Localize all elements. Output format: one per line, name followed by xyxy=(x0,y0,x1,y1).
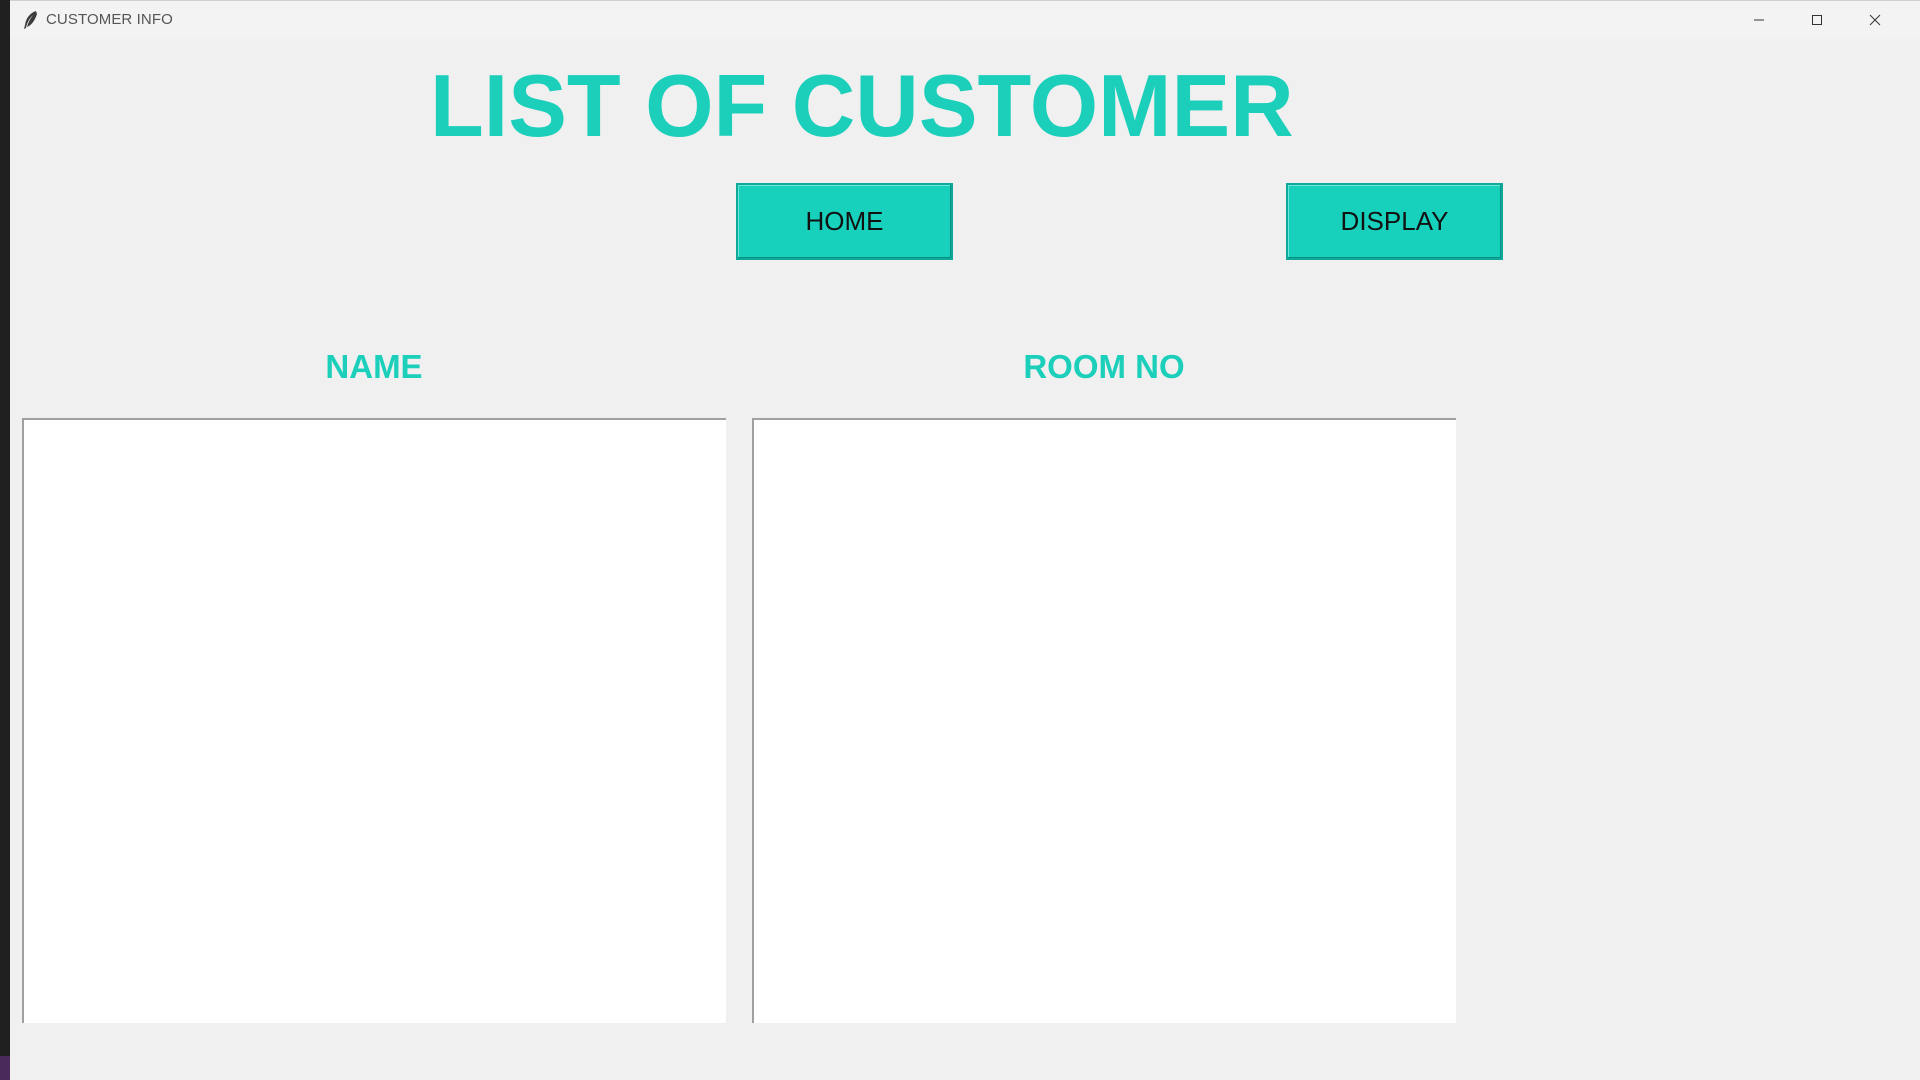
window-title: CUSTOMER INFO xyxy=(46,11,173,28)
home-button[interactable]: HOME xyxy=(736,183,953,260)
minimize-icon xyxy=(1753,14,1765,26)
home-button-label: HOME xyxy=(805,206,884,236)
page-title: LIST OF CUSTOMER xyxy=(430,56,1294,155)
desktop-edge xyxy=(0,0,10,1080)
maximize-icon xyxy=(1811,14,1823,26)
maximize-button[interactable] xyxy=(1788,1,1846,39)
display-button[interactable]: DISPLAY xyxy=(1286,183,1503,260)
close-button[interactable] xyxy=(1846,1,1904,39)
app-window: CUSTOMER INFO LIST OF CUSTOMER HOME DISP… xyxy=(10,0,1920,1080)
title-bar[interactable]: CUSTOMER INFO xyxy=(10,1,1920,39)
close-icon xyxy=(1869,14,1881,26)
name-listbox[interactable] xyxy=(22,418,726,1023)
minimize-button[interactable] xyxy=(1730,1,1788,39)
display-button-label: DISPLAY xyxy=(1340,206,1449,236)
room-listbox[interactable] xyxy=(752,418,1456,1023)
room-column-header: ROOM NO xyxy=(1023,348,1185,385)
taskbar-accent xyxy=(0,1056,10,1080)
feather-icon xyxy=(22,10,40,30)
name-column-header: NAME xyxy=(325,348,423,385)
